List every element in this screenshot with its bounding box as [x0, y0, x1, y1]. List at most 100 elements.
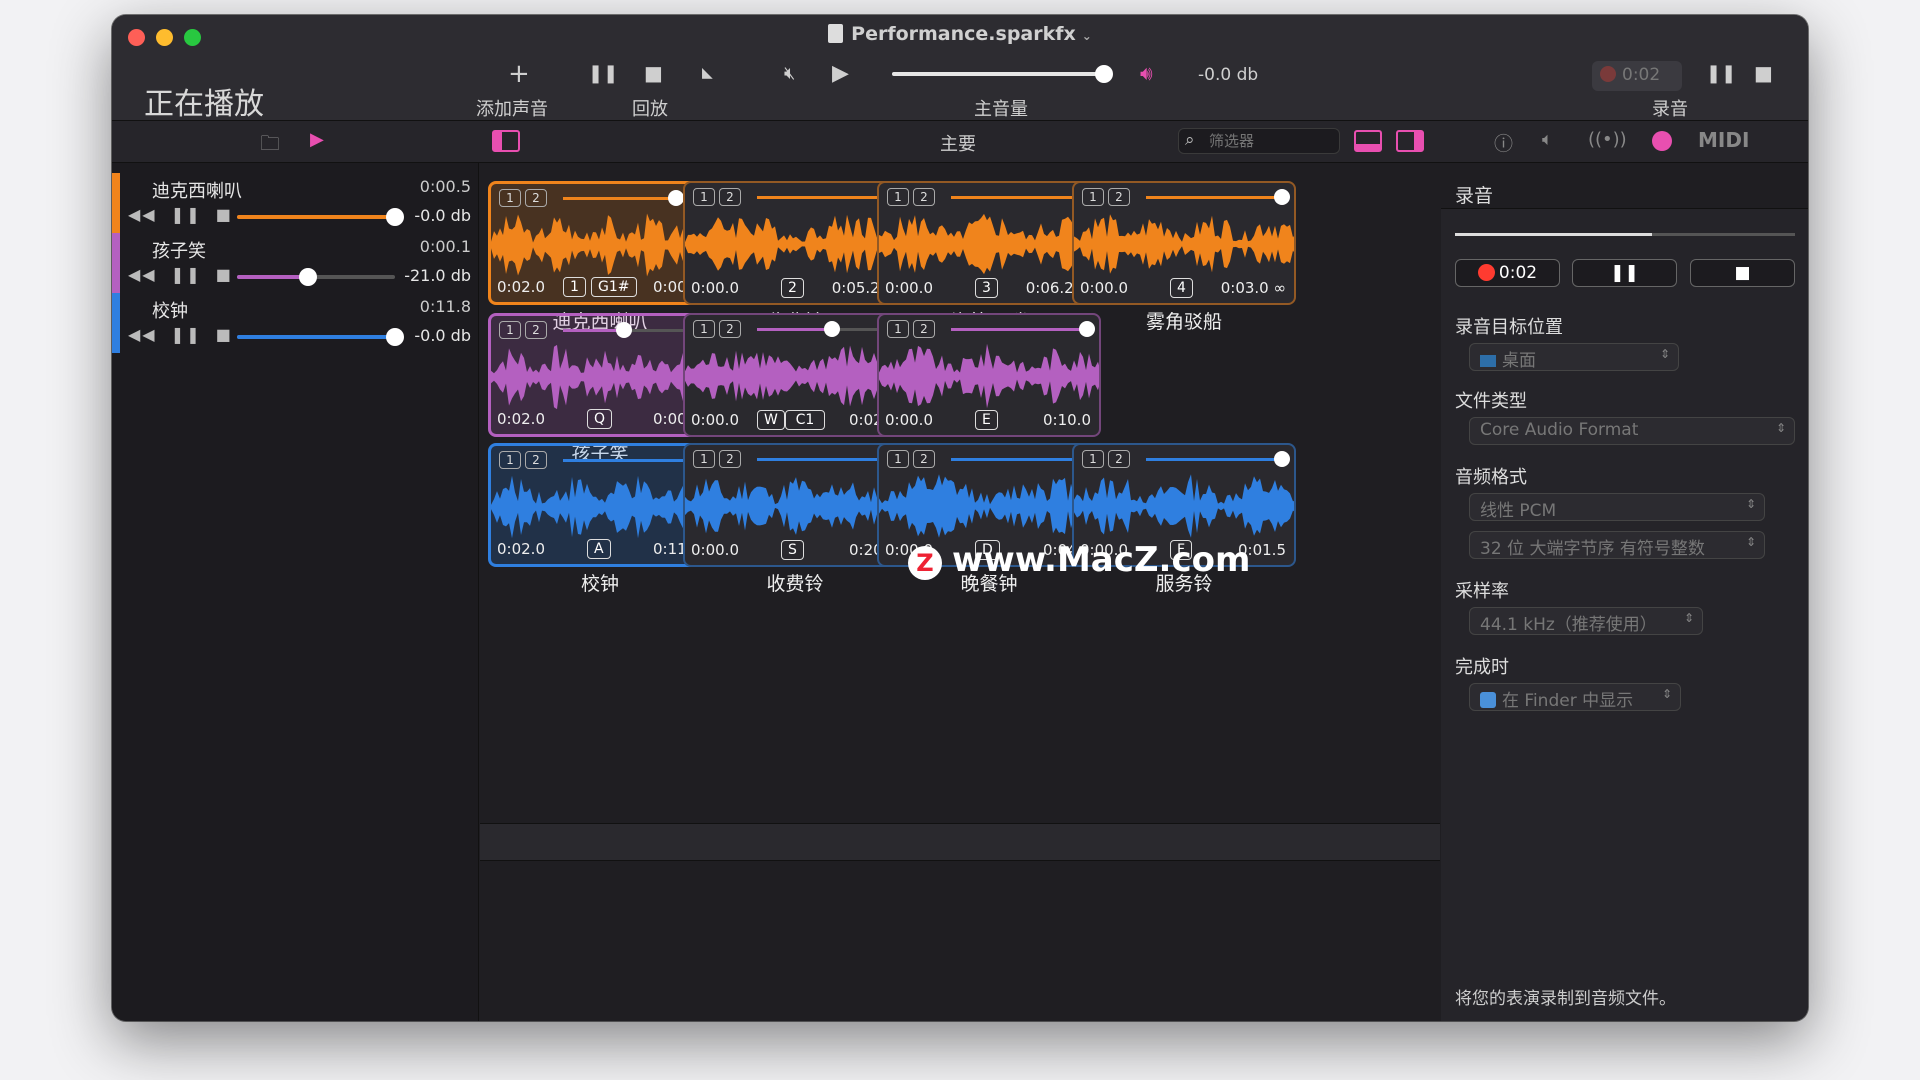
audio-format-select[interactable]: 线性 PCM ⇕: [1469, 493, 1765, 521]
stop-icon[interactable]: ■: [216, 325, 233, 344]
pad-volume-slider[interactable]: [563, 190, 699, 206]
pad-volume-slider[interactable]: [951, 189, 1095, 205]
midi-tab[interactable]: MIDI: [1698, 128, 1749, 152]
pad-volume-slider[interactable]: [951, 451, 1095, 467]
inspector-toggle-icon[interactable]: [1396, 130, 1424, 152]
toolbar-record-pause-button[interactable]: ❚❚: [1706, 63, 1736, 84]
now-playing-item[interactable]: 孩子笑 0:00.1 ◀◀ ❚❚ ■ -21.0 db: [112, 233, 479, 293]
channel-1-chip[interactable]: 1: [887, 188, 909, 206]
pause-icon[interactable]: ❚❚: [171, 205, 202, 224]
channel-2-chip[interactable]: 2: [1108, 450, 1130, 468]
pad-volume-slider[interactable]: [1146, 189, 1290, 205]
master-volume-icon[interactable]: 🔊︎: [1140, 61, 1153, 85]
toolbar-record-stop-button[interactable]: ■: [1754, 61, 1773, 85]
pad-volume-knob[interactable]: [1274, 189, 1290, 205]
channel-2-chip[interactable]: 2: [719, 320, 741, 338]
item-volume-slider[interactable]: [237, 268, 395, 286]
filter-search-field[interactable]: ⌕: [1178, 128, 1340, 154]
channel-2-chip[interactable]: 2: [719, 188, 741, 206]
fade-button[interactable]: ◣: [702, 65, 713, 81]
sound-pad[interactable]: 1 2 0:00.0 W C1 0:02.4: [683, 313, 907, 437]
pad-volume-slider[interactable]: [757, 451, 901, 467]
channel-1-chip[interactable]: 1: [499, 189, 521, 207]
channel-2-chip[interactable]: 2: [719, 450, 741, 468]
pause-icon[interactable]: ❚❚: [171, 265, 202, 284]
stop-icon[interactable]: ■: [216, 265, 233, 284]
record-tab-icon[interactable]: [1652, 131, 1672, 151]
sidebar-toggle-icon[interactable]: [492, 130, 520, 152]
pad-volume-knob[interactable]: [1079, 321, 1095, 337]
item-volume-knob[interactable]: [386, 328, 404, 346]
broadcast-icon[interactable]: ((•)): [1588, 129, 1627, 150]
sound-pad[interactable]: 1 2 0:00.0 S 0:20.1: [683, 443, 907, 567]
pad-volume-slider[interactable]: [951, 321, 1095, 337]
channel-2-chip[interactable]: 2: [525, 189, 547, 207]
channel-2-chip[interactable]: 2: [913, 188, 935, 206]
pad-volume-slider[interactable]: [757, 321, 893, 337]
sound-pad[interactable]: 1 2 0:00.0 4 0:03.0 ∞: [1072, 181, 1296, 305]
stop-icon[interactable]: ■: [216, 205, 233, 224]
toolbar-record-button[interactable]: 0:02: [1592, 61, 1682, 91]
channel-2-chip[interactable]: 2: [913, 320, 935, 338]
pad-volume-slider[interactable]: [757, 189, 901, 205]
channel-1-chip[interactable]: 1: [693, 320, 715, 338]
sample-rate-select[interactable]: 44.1 kHz（推荐使用） ⇕: [1469, 607, 1703, 635]
item-volume-knob[interactable]: [386, 208, 404, 226]
sound-pad[interactable]: 1 2 0:00.0 E 0:10.0: [877, 313, 1101, 437]
on-finish-select[interactable]: 在 Finder 中显示 ⇕: [1469, 683, 1681, 711]
info-icon[interactable]: ⓘ: [1494, 129, 1513, 156]
item-volume-slider[interactable]: [237, 328, 404, 346]
record-stop-button[interactable]: ■: [1690, 259, 1795, 287]
pad-volume-knob[interactable]: [667, 190, 684, 206]
stop-all-button[interactable]: ■: [644, 61, 663, 85]
rewind-icon[interactable]: ◀◀: [128, 265, 157, 284]
pad-volume-knob[interactable]: [823, 321, 840, 337]
window-title[interactable]: Performance.sparkfx ⌄: [112, 23, 1808, 45]
master-volume-slider[interactable]: [892, 65, 1113, 83]
pad-volume-knob[interactable]: [1274, 451, 1290, 467]
channel-2-chip[interactable]: 2: [525, 321, 547, 339]
bottom-panel-toggle-icon[interactable]: [1354, 130, 1382, 152]
pad-volume-slider[interactable]: [563, 452, 707, 468]
channel-1-chip[interactable]: 1: [887, 450, 909, 468]
play-button[interactable]: ▶: [832, 61, 849, 86]
channel-1-chip[interactable]: 1: [1082, 450, 1104, 468]
item-volume-knob[interactable]: [299, 268, 318, 286]
now-playing-item[interactable]: 校钟 0:11.8 ◀◀ ❚❚ ■ -0.0 db: [112, 293, 479, 353]
channel-2-chip[interactable]: 2: [1108, 188, 1130, 206]
sound-pad[interactable]: 1 2 0:02.0 Q 0:00.1: [488, 313, 712, 437]
channel-1-chip[interactable]: 1: [693, 450, 715, 468]
pad-volume-slider[interactable]: [563, 322, 699, 338]
pause-all-button[interactable]: ❚❚: [588, 63, 618, 84]
item-volume-slider[interactable]: [237, 208, 404, 226]
speaker-icon[interactable]: 🔈︎: [1542, 129, 1553, 150]
sound-pad[interactable]: 1 2 0:00.0 2 0:05.2 ∞: [683, 181, 907, 305]
channel-1-chip[interactable]: 1: [1082, 188, 1104, 206]
pad-volume-slider[interactable]: [1146, 451, 1290, 467]
pause-icon[interactable]: ❚❚: [171, 325, 202, 344]
channel-1-chip[interactable]: 1: [499, 321, 521, 339]
now-playing-item[interactable]: 迪克西喇叭 0:00.5 ◀◀ ❚❚ ■ -0.0 db: [112, 173, 479, 233]
add-sound-button[interactable]: +: [508, 59, 530, 89]
channel-1-chip[interactable]: 1: [693, 188, 715, 206]
play-pink-icon[interactable]: ▶: [310, 129, 324, 150]
file-type-select[interactable]: Core Audio Format ⇕: [1469, 417, 1795, 445]
bit-depth-select[interactable]: 32 位 大端字节序 有符号整数 ⇕: [1469, 531, 1765, 559]
channel-2-chip[interactable]: 2: [525, 451, 547, 469]
record-pause-button[interactable]: ❚❚: [1572, 259, 1677, 287]
target-location-select[interactable]: 桌面 ⇕: [1469, 343, 1679, 371]
master-volume-knob[interactable]: [1094, 65, 1113, 83]
channel-1-chip[interactable]: 1: [887, 320, 909, 338]
channel-2-chip[interactable]: 2: [913, 450, 935, 468]
mute-button[interactable]: 🔇︎: [784, 63, 795, 84]
rewind-icon[interactable]: ◀◀: [128, 325, 157, 344]
sound-pad[interactable]: 1 2 0:02.0 1 G1# 0:00.5: [488, 181, 712, 305]
folder-icon[interactable]: 🗀: [260, 129, 280, 163]
pad-volume-knob[interactable]: [616, 322, 633, 338]
channel-1-chip[interactable]: 1: [499, 451, 521, 469]
sound-pad[interactable]: 1 2 0:02.0 A 0:11.8: [488, 443, 712, 567]
record-start-button[interactable]: 0:02: [1455, 259, 1560, 287]
filter-input[interactable]: [1209, 131, 1333, 151]
rewind-icon[interactable]: ◀◀: [128, 205, 157, 224]
sound-pad[interactable]: 1 2 0:00.0 3 0:06.2 ∞: [877, 181, 1101, 305]
